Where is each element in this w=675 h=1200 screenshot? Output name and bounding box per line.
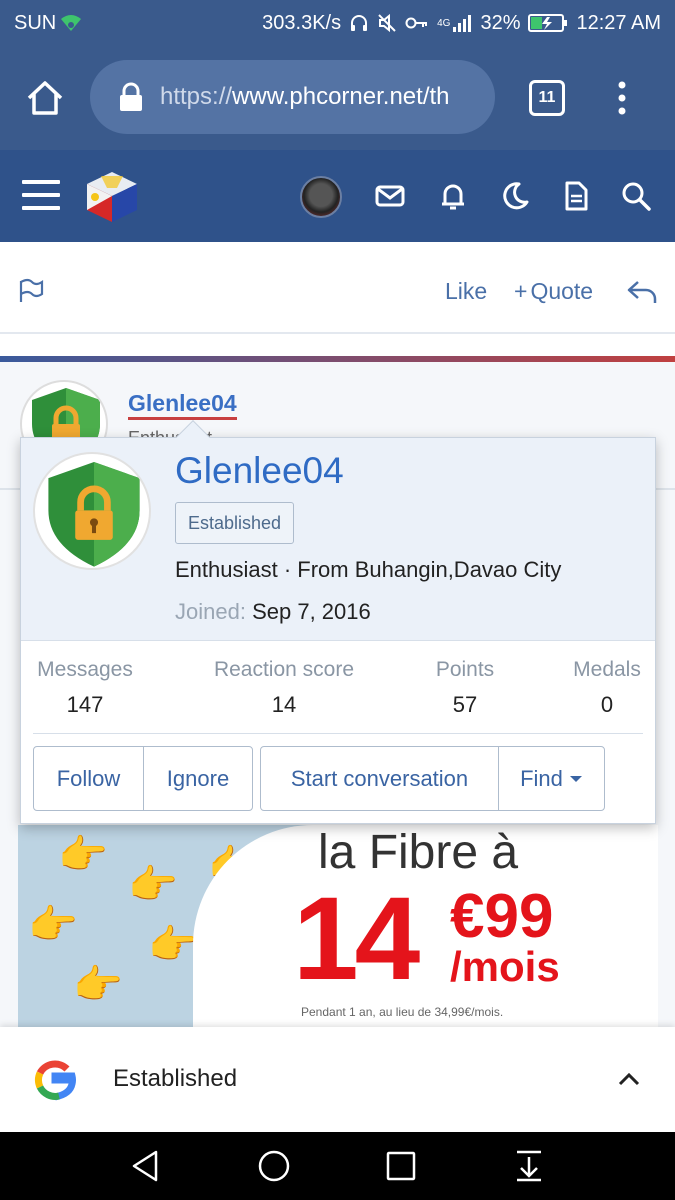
google-suggestion-text: Established (113, 1065, 238, 1092)
follow-button[interactable]: Follow (34, 747, 144, 810)
url-host: www.phcorner.net/th (232, 83, 450, 110)
bell-icon[interactable] (437, 180, 469, 212)
pointing-hand-icon: 👉 (148, 923, 198, 967)
follow-ignore-group: Follow Ignore (33, 746, 253, 811)
site-logo[interactable] (83, 168, 141, 226)
clock: 12:27 AM (576, 11, 661, 34)
member-avatar[interactable] (33, 452, 151, 570)
find-dropdown-button[interactable]: Find (499, 747, 604, 810)
stat-label: Messages (37, 658, 133, 681)
ignore-button[interactable]: Ignore (144, 747, 252, 810)
stat-medals[interactable]: Medals 0 (569, 658, 645, 718)
url-text[interactable]: https://www.phcorner.net/th (160, 83, 450, 111)
battery-icon (528, 13, 568, 33)
pointing-hand-icon: 👉 (58, 833, 108, 877)
google-logo-icon (34, 1059, 76, 1101)
quote-label: Quote (530, 278, 594, 304)
member-status-badge: Established (175, 502, 295, 544)
ad-price-main: 14 (293, 873, 420, 1005)
network-type: 4G (437, 17, 451, 29)
overflow-menu-icon[interactable] (612, 80, 632, 116)
stat-points: Points 57 (425, 658, 505, 718)
member-tooltip: Glenlee04 Established Enthusiast · From … (20, 420, 656, 824)
quote-button[interactable]: + Quote (514, 278, 593, 305)
stat-value: 14 (271, 692, 297, 717)
chevron-up-icon[interactable] (614, 1067, 644, 1091)
battery-percent: 32% (480, 11, 521, 34)
back-icon[interactable] (128, 1148, 164, 1184)
shield-lock-icon (48, 462, 140, 567)
notification-pull-icon[interactable] (511, 1148, 547, 1184)
status-bar: SUN 303.3K/s 4G 32% 12:27 AM (0, 0, 675, 46)
network-speed: 303.3K/s (262, 11, 342, 34)
moon-icon[interactable] (499, 180, 531, 212)
like-button[interactable]: Like (445, 278, 487, 305)
pointing-hand-icon: 👉 (73, 963, 123, 1007)
system-navigation-bar (0, 1132, 675, 1200)
find-label: Find (520, 765, 563, 791)
ad-price-cents: €99 (450, 882, 554, 951)
member-name-link[interactable]: Glenlee04 (175, 450, 344, 492)
hamburger-menu-icon[interactable] (22, 178, 60, 212)
member-joined: Joined: Sep 7, 2016 (175, 599, 371, 625)
key-icon (405, 16, 429, 30)
headphones-icon (349, 13, 369, 33)
user-avatar[interactable] (300, 176, 342, 218)
reply-icon[interactable] (626, 278, 658, 306)
member-title-location: Enthusiast · From Buhangin,Davao City (175, 557, 562, 582)
stat-value: 57 (452, 692, 478, 717)
wifi-icon (60, 14, 82, 32)
pointing-hand-icon: 👉 (128, 863, 178, 907)
caret-down-icon (569, 775, 582, 782)
inbox-icon[interactable] (374, 180, 406, 212)
browser-toolbar: https://www.phcorner.net/th 11 (0, 46, 675, 150)
recents-icon[interactable] (383, 1148, 419, 1184)
stat-reaction-score: Reaction score 14 (207, 658, 361, 718)
mute-icon (377, 13, 397, 33)
search-icon[interactable] (620, 180, 652, 212)
stat-label: Medals (573, 658, 641, 681)
stats-divider (33, 733, 643, 734)
stat-label: Reaction score (213, 658, 355, 681)
stat-value: 147 (66, 692, 104, 717)
report-flag-icon[interactable] (18, 278, 44, 304)
url-scheme: https:// (160, 83, 233, 110)
joined-date: Sep 7, 2016 (252, 599, 371, 624)
start-conversation-button[interactable]: Start conversation (261, 747, 499, 810)
pointing-hand-icon: 👉 (28, 903, 78, 947)
advertisement-banner[interactable]: 👉 👉 👉 👉 👉 👉 la Fibre à 14 €99 /mois Pend… (18, 825, 658, 1027)
document-icon[interactable] (560, 180, 592, 212)
home-icon[interactable] (25, 78, 65, 118)
carrier-group: SUN (14, 12, 82, 35)
tab-switcher-button[interactable]: 11 (529, 80, 565, 116)
lock-icon (120, 82, 142, 111)
plus-icon: + (514, 278, 528, 304)
conversation-find-group: Start conversation Find (260, 746, 605, 811)
site-header (0, 150, 675, 242)
google-search-bar[interactable]: Established (0, 1027, 675, 1132)
address-bar[interactable]: https://www.phcorner.net/th (90, 60, 495, 134)
home-circle-icon[interactable] (256, 1148, 292, 1184)
post-author-username[interactable]: Glenlee04 (128, 390, 237, 420)
signal-icon: 4G (437, 13, 472, 33)
joined-label: Joined: (175, 599, 246, 624)
carrier-name: SUN (14, 11, 57, 34)
stat-label: Points (435, 658, 495, 681)
stat-messages[interactable]: Messages 147 (33, 658, 137, 718)
ad-price-period: /mois (450, 943, 560, 990)
ad-fineprint: Pendant 1 an, au lieu de 34,99€/mois. (301, 1005, 504, 1019)
stat-value: 0 (600, 692, 614, 717)
post-actions-bar: Like + Quote (0, 242, 675, 334)
